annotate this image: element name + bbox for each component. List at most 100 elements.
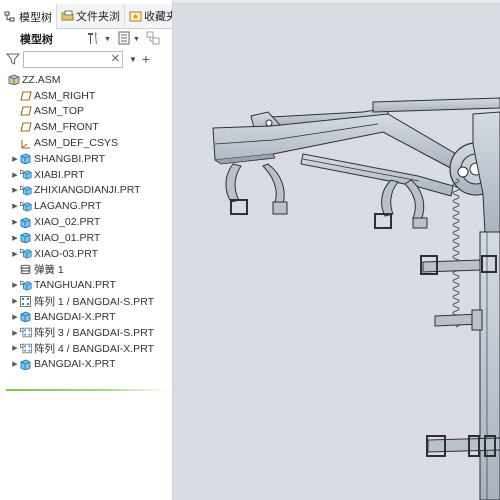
part-constraint-icon xyxy=(20,201,32,212)
part-icon xyxy=(20,359,32,370)
search-input[interactable] xyxy=(23,50,123,68)
expand-arrow-icon[interactable]: ▶ xyxy=(10,281,20,289)
model-tree-panel: 模型树 文件夹浏 收藏夹 模型树 ▼ ▼ xyxy=(0,0,173,500)
strap-lower-2 xyxy=(434,309,483,331)
expand-arrow-icon[interactable]: ▶ xyxy=(10,297,20,305)
tree-item-label: XIAO_01.PRT xyxy=(34,231,101,244)
tree-item-label: SHANGBI.PRT xyxy=(34,152,105,165)
tree-item-label: XIAO_02.PRT xyxy=(34,216,101,229)
navigator-tabs: 模型树 文件夹浏 收藏夹 xyxy=(0,4,172,29)
expand-arrow-icon[interactable]: ▶ xyxy=(10,329,20,337)
tab-label: 文件夹浏 xyxy=(76,11,120,23)
chevron-down-icon: ▼ xyxy=(132,35,140,43)
filter-tree-icon xyxy=(146,31,160,48)
tree-item[interactable]: ▶ XIAO_01.PRT xyxy=(0,230,172,246)
tree-item[interactable]: ZZ.ASM xyxy=(0,72,172,88)
tree-item[interactable]: ▶ SHANGBI.PRT xyxy=(0,151,172,167)
settings-icon xyxy=(86,31,102,48)
funnel-icon[interactable] xyxy=(5,52,21,66)
tab-label: 模型树 xyxy=(19,11,52,24)
tree-item[interactable]: ▶ 阵列 3 / BANGDAI-S.PRT xyxy=(0,325,172,341)
tree-item[interactable]: ASM_TOP xyxy=(0,104,172,120)
tree-item[interactable]: ▶ ZHIXIANGDIANJI.PRT xyxy=(0,183,172,199)
add-filter-icon[interactable]: + xyxy=(142,51,150,67)
expand-arrow-icon[interactable]: ▶ xyxy=(10,186,20,194)
spring-part xyxy=(452,178,460,328)
part-icon xyxy=(20,217,32,228)
tree-item-label: 阵列 3 / BANGDAI-S.PRT xyxy=(34,327,154,340)
tree-item[interactable]: ASM_RIGHT xyxy=(0,88,172,104)
tree-item[interactable]: ▶ 阵列 4 / BANGDAI-X.PRT xyxy=(0,341,172,357)
tree-item-label: BANGDAI-X.PRT xyxy=(34,358,116,371)
expand-arrow-icon[interactable]: ▶ xyxy=(10,313,20,321)
spring-icon xyxy=(20,264,32,275)
tab-favorites[interactable]: 收藏夹 xyxy=(125,4,172,28)
part-constraint-icon xyxy=(20,169,32,180)
settings-button[interactable]: ▼ xyxy=(86,30,111,48)
part-constraint-icon xyxy=(20,280,32,291)
tree-item[interactable]: ▶ LAGANG.PRT xyxy=(0,198,172,214)
tree-item[interactable]: ▶ XIABI.PRT xyxy=(0,167,172,183)
assembly-icon xyxy=(8,74,20,86)
model-tree-icon xyxy=(4,11,16,23)
expand-arrow-icon[interactable]: ▶ xyxy=(10,360,20,368)
tree-item-label: 弹簧 1 xyxy=(34,263,64,276)
pattern-constraint-icon xyxy=(20,327,32,338)
pattern-constraint-icon xyxy=(20,343,32,354)
tree-item-label: LAGANG.PRT xyxy=(34,200,102,213)
tree-item-label: XIABI.PRT xyxy=(34,168,85,181)
tree-item-label: 阵列 1 / BANGDAI-S.PRT xyxy=(34,295,154,308)
tree-item-label: ZZ.ASM xyxy=(22,73,61,86)
tab-folder-browser[interactable]: 文件夹浏 xyxy=(57,4,125,28)
part-constraint-icon xyxy=(20,248,32,259)
search-box: ✕ xyxy=(23,50,123,68)
favorites-icon xyxy=(129,10,142,22)
model-tree: ZZ.ASM ASM_RIGHT ASM_TOP ASM_FRONT ASM_DEF_C… xyxy=(0,72,172,372)
tab-label: 收藏夹 xyxy=(144,11,172,23)
tree-item-label: ASM_FRONT xyxy=(34,121,99,134)
tree-item-label: ASM_TOP xyxy=(34,105,84,118)
tree-end-marker xyxy=(6,389,170,391)
expand-arrow-icon[interactable]: ▶ xyxy=(10,344,20,352)
graphics-viewport[interactable] xyxy=(173,4,500,500)
tree-item[interactable]: ▶ XIAO-03.PRT xyxy=(0,246,172,262)
expand-arrow-icon[interactable]: ▶ xyxy=(10,202,20,210)
csys-icon xyxy=(20,138,32,149)
filter-tree-button[interactable] xyxy=(146,30,160,48)
tree-item[interactable]: ▶ 阵列 1 / BANGDAI-S.PRT xyxy=(0,293,172,309)
datum-plane-icon xyxy=(20,122,32,133)
part-icon xyxy=(20,153,32,165)
expand-arrow-icon[interactable]: ▶ xyxy=(10,171,20,179)
tree-item[interactable]: ASM_FRONT xyxy=(0,119,172,135)
expand-arrow-icon[interactable]: ▶ xyxy=(10,155,20,163)
tree-item[interactable]: ▶ BANGDAI-X.PRT xyxy=(0,356,172,372)
tree-item-label: ASM_DEF_CSYS xyxy=(34,137,119,150)
tree-item-label: XIAO-03.PRT xyxy=(34,247,98,260)
datum-plane-icon xyxy=(20,106,32,117)
part-icon xyxy=(20,232,32,244)
lower-arm-part xyxy=(300,153,454,197)
folder-browser-icon xyxy=(61,10,74,22)
clear-search-icon[interactable]: ✕ xyxy=(111,52,120,65)
part-icon xyxy=(20,311,32,323)
tree-item-label: BANGDAI-X.PRT xyxy=(34,310,116,323)
tree-columns-button[interactable]: ▼ xyxy=(117,30,140,48)
tree-item[interactable]: ▶ BANGDAI-X.PRT xyxy=(0,309,172,325)
tree-item-label: TANGHUAN.PRT xyxy=(34,279,116,292)
strap-upper-left xyxy=(225,163,288,215)
tree-item-label: 阵列 4 / BANGDAI-X.PRT xyxy=(34,342,154,355)
tree-item[interactable]: ▶ XIAO_02.PRT xyxy=(0,214,172,230)
assembly-model-view xyxy=(212,97,500,500)
tree-item[interactable]: ▶ TANGHUAN.PRT xyxy=(0,277,172,293)
tab-model-tree[interactable]: 模型树 xyxy=(0,4,57,29)
datum-plane-icon xyxy=(20,90,32,101)
expand-arrow-icon[interactable]: ▶ xyxy=(10,234,20,242)
tree-item[interactable]: 弹簧 1 xyxy=(0,262,172,278)
search-options-dropdown[interactable]: ▼ xyxy=(129,55,137,64)
expand-arrow-icon[interactable]: ▶ xyxy=(10,218,20,226)
tree-item[interactable]: ASM_DEF_CSYS xyxy=(0,135,172,151)
expand-arrow-icon[interactable]: ▶ xyxy=(10,250,20,258)
tree-item-label: ZHIXIANGDIANJI.PRT xyxy=(34,184,141,197)
tree-item-label: ASM_RIGHT xyxy=(34,89,96,102)
chevron-down-icon: ▼ xyxy=(104,35,111,43)
